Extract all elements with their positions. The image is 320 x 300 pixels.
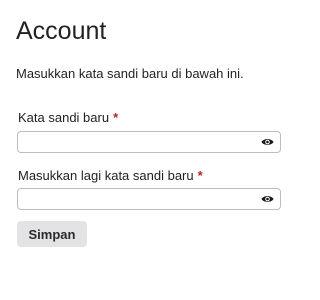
save-button[interactable]: Simpan <box>17 221 87 247</box>
required-marker: * <box>113 110 119 125</box>
eye-icon[interactable] <box>261 194 274 204</box>
eye-icon[interactable] <box>261 137 274 147</box>
new-password-input[interactable] <box>22 134 252 150</box>
required-marker: * <box>197 168 203 183</box>
new-password-label-text: Kata sandi baru <box>18 110 110 125</box>
new-password-field[interactable] <box>17 131 281 153</box>
page-title: Account <box>16 17 107 45</box>
instruction-text: Masukkan kata sandi baru di bawah ini. <box>16 66 244 81</box>
confirm-password-label: Masukkan lagi kata sandi baru * <box>18 168 203 184</box>
new-password-label: Kata sandi baru * <box>18 110 118 126</box>
confirm-password-input[interactable] <box>22 191 252 207</box>
confirm-password-field[interactable] <box>17 188 281 210</box>
confirm-password-label-text: Masukkan lagi kata sandi baru <box>18 168 194 183</box>
